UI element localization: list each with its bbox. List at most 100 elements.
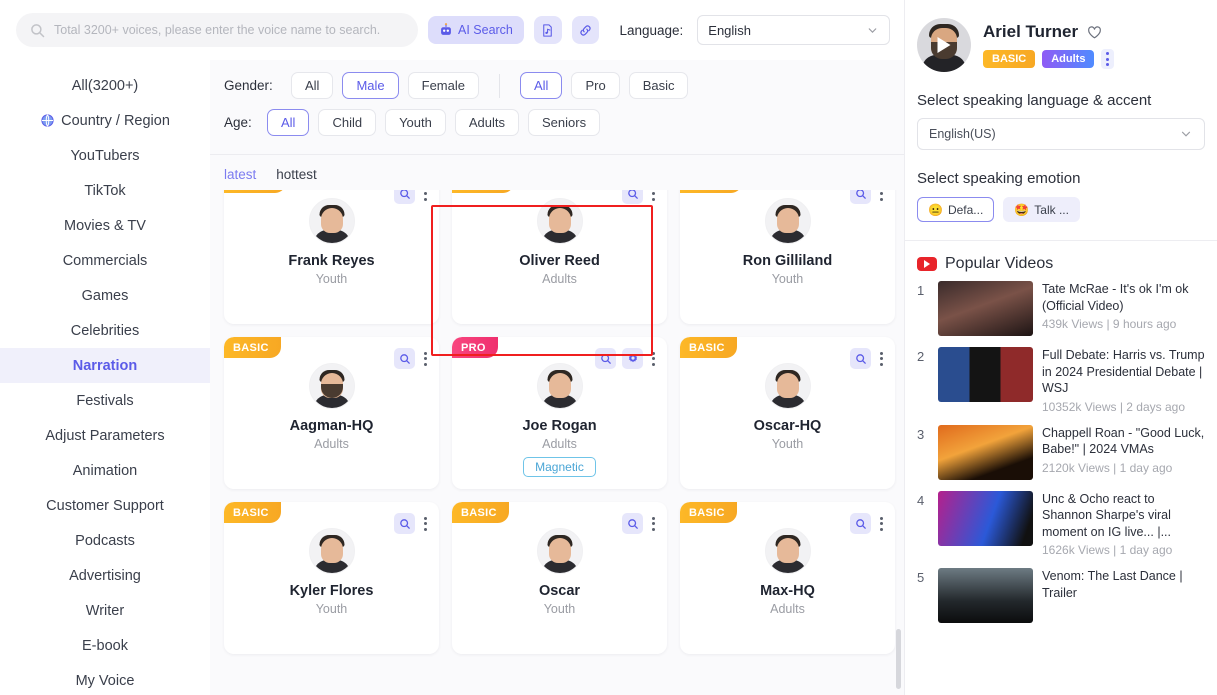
voice-settings-button[interactable] [622,348,643,369]
age-chip-seniors[interactable]: Seniors [528,109,601,136]
sort-tab-latest[interactable]: latest [224,167,256,182]
voice-search-icon [627,190,638,199]
sort-tabs[interactable]: latest hottest [210,155,904,190]
sidebar-item-writer[interactable]: Writer [0,593,210,628]
popular-video-item[interactable]: 1 Tate McRae - It's ok I'm ok (Official … [917,281,1205,336]
voice-preview-button[interactable] [622,513,643,534]
voice-card-actions [850,513,886,534]
voice-card[interactable]: BASIC Kyler Flores Youth [224,502,439,654]
age-chip-group[interactable]: All Child Youth Adults Seniors [267,109,601,136]
popular-video-item[interactable]: 2 Full Debate: Harris vs. Trump in 2024 … [917,347,1205,414]
voice-library-app: AI Search Language: English [0,0,1217,695]
sidebar-item-podcasts[interactable]: Podcasts [0,523,210,558]
sidebar-item-movies-tv[interactable]: Movies & TV [0,208,210,243]
voice-detail-panel: Ariel Turner BASIC Adults Select speakin… [904,0,1217,695]
audio-file-button[interactable] [533,16,562,44]
sidebar-item-tiktok[interactable]: TikTok [0,173,210,208]
sidebar-item-festivals[interactable]: Festivals [0,383,210,418]
voice-preview-button[interactable] [622,190,643,204]
gender-chip-group[interactable]: All Male Female [291,72,479,99]
voice-preview-button[interactable] [850,513,871,534]
voice-more-button[interactable] [649,515,658,533]
language-select[interactable]: English [697,15,890,45]
voice-more-button[interactable] [877,515,886,533]
gender-chip-female[interactable]: Female [407,72,479,99]
age-chip-youth[interactable]: Youth [385,109,446,136]
sidebar-item-all-3200[interactable]: All(3200+) [0,68,210,103]
tier-chip-basic[interactable]: Basic [628,72,689,99]
accent-select[interactable]: English(US) [917,118,1205,150]
emotion-chip-group[interactable]: 😐 Defa... 🤩 Talk ... [905,187,1217,222]
voice-more-button[interactable] [877,350,886,368]
voice-preview-button[interactable] [595,348,616,369]
popular-video-thumbnail[interactable] [938,568,1033,623]
voice-more-button[interactable] [649,350,658,368]
popular-video-thumbnail[interactable] [938,424,1033,480]
heart-icon[interactable] [1086,24,1103,41]
voice-more-button[interactable] [877,190,886,203]
voice-card[interactable]: Oliver Reed Adults [452,190,667,324]
popular-video-thumbnail[interactable] [938,281,1033,336]
sidebar-item-animation[interactable]: Animation [0,453,210,488]
gender-chip-male[interactable]: Male [342,72,399,99]
sort-tab-hottest[interactable]: hottest [276,167,317,182]
sidebar-item-youtubers[interactable]: YouTubers [0,138,210,173]
sidebar-item-my-voice[interactable]: My Voice [0,663,210,695]
link-button[interactable] [571,16,600,44]
detail-name-row: Ariel Turner [983,22,1205,42]
voice-preview-button[interactable] [850,190,871,204]
detail-avatar[interactable] [917,18,971,72]
emotion-chip-1[interactable]: 🤩 Talk ... [1003,197,1080,222]
tier-chip-group[interactable]: All Pro Basic [520,72,689,99]
sidebar-item-e-book[interactable]: E-book [0,628,210,663]
voice-more-button[interactable] [421,190,430,203]
popular-video-thumbnail[interactable] [938,347,1033,402]
popular-video-thumbnail[interactable] [938,490,1033,546]
age-chip-all[interactable]: All [267,109,310,136]
ai-search-button[interactable]: AI Search [428,16,524,44]
voice-card[interactable]: BASIC Oscar Youth [452,502,667,654]
tier-chip-all[interactable]: All [520,72,563,99]
voice-card[interactable]: Frank Reyes Youth [224,190,439,324]
voice-card[interactable]: Ron Gilliland Youth [680,190,895,324]
popular-videos-list[interactable]: 1 Tate McRae - It's ok I'm ok (Official … [905,273,1217,623]
emotion-chip-0[interactable]: 😐 Defa... [917,197,995,222]
voice-preview-button[interactable] [394,348,415,369]
voice-card[interactable]: BASIC Aagman-HQ Adults [224,337,439,489]
sidebar-item-narration[interactable]: Narration [0,348,210,383]
voice-card[interactable]: BASIC Oscar-HQ Youth [680,337,895,489]
sidebar-item-advertising[interactable]: Advertising [0,558,210,593]
play-icon[interactable] [937,37,951,53]
voice-card[interactable]: PRO Joe Rogan Adults Magnetic [452,337,667,489]
voice-more-button[interactable] [421,515,430,533]
search-input[interactable] [54,23,404,37]
gender-chip-all[interactable]: All [291,72,334,99]
voice-grid-scrollbar[interactable] [896,629,901,689]
voice-preview-button[interactable] [394,190,415,204]
popular-video-meta: Unc & Ocho react to Shannon Sharpe's vir… [1042,491,1205,558]
voice-card[interactable]: BASIC Max-HQ Adults [680,502,895,654]
sidebar-item-country-region[interactable]: Country / Region [0,103,210,138]
sidebar-item-celebrities[interactable]: Celebrities [0,313,210,348]
popular-video-item[interactable]: 5 Venom: The Last Dance | Trailer [917,568,1205,623]
settings-gear-icon [628,353,637,362]
robot-icon [441,23,451,35]
search-box[interactable] [16,13,418,47]
voice-preview-button[interactable] [394,513,415,534]
detail-more-button[interactable] [1101,49,1115,69]
age-chip-child[interactable]: Child [318,109,377,136]
voice-grid-scroll-area[interactable]: Frank Reyes Youth Oliver Reed Adults Ron… [210,190,904,695]
voice-more-button[interactable] [649,190,658,203]
voice-preview-button[interactable] [850,348,871,369]
voice-tier-ribbon [224,190,286,193]
voice-more-button[interactable] [421,350,430,368]
age-chip-adults[interactable]: Adults [454,109,519,136]
tier-chip-pro[interactable]: Pro [571,72,620,99]
sidebar-item-customer-support[interactable]: Customer Support [0,488,210,523]
sidebar-item-games[interactable]: Games [0,278,210,313]
sidebar[interactable]: All(3200+) Country / Region YouTubers Ti… [0,60,210,695]
sidebar-item-adjust-parameters[interactable]: Adjust Parameters [0,418,210,453]
popular-video-item[interactable]: 3 Chappell Roan - "Good Luck, Babe!" | 2… [917,424,1205,480]
popular-video-item[interactable]: 4 Unc & Ocho react to Shannon Sharpe's v… [917,490,1205,558]
sidebar-item-commercials[interactable]: Commercials [0,243,210,278]
